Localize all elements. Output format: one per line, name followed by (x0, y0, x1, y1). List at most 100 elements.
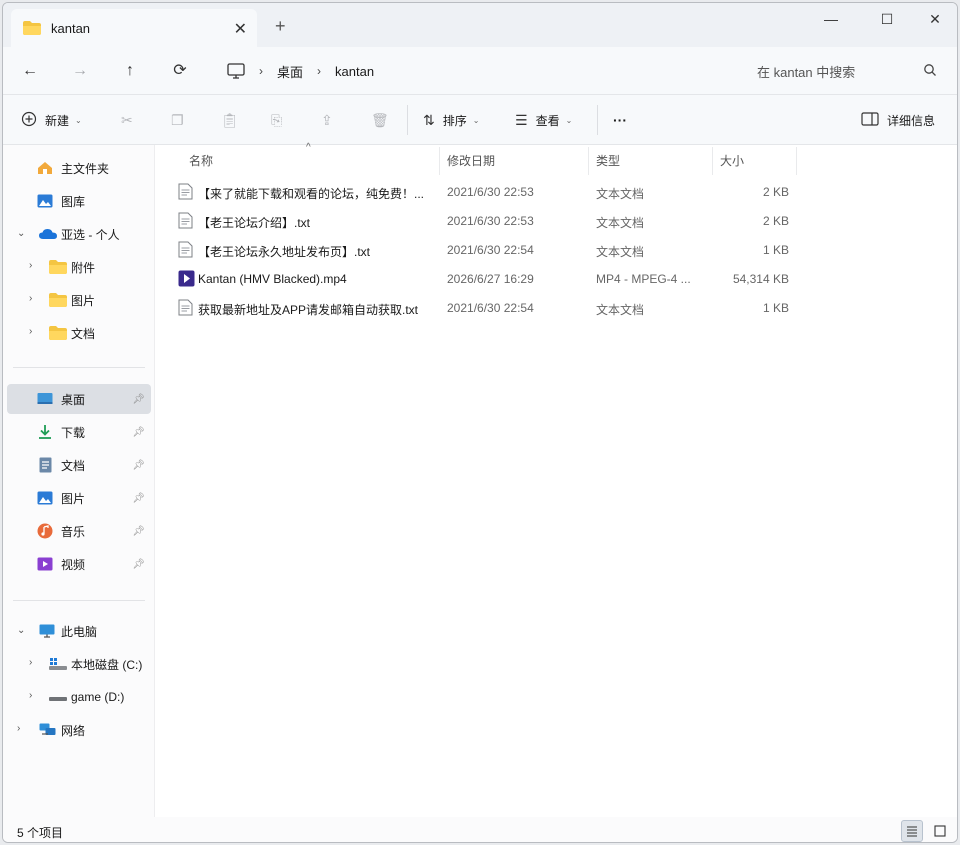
column-header-size[interactable]: 大小 (720, 145, 794, 175)
rename-icon: ⎘ (271, 111, 283, 128)
search-icon[interactable] (923, 63, 937, 80)
sidebar-item-music[interactable]: 音乐 📌︎ (7, 516, 151, 546)
column-header-date[interactable]: 修改日期 (447, 145, 587, 175)
view-button[interactable]: ☰ 查看 ⌄ (515, 109, 572, 131)
text-file-icon (178, 241, 193, 258)
sidebar-item-downloads[interactable]: 下载 📌︎ (7, 417, 151, 447)
video-play-icon (37, 557, 53, 571)
chevron-down-icon[interactable]: ⌄ (17, 625, 25, 636)
file-size: 2 KB (762, 214, 789, 228)
column-header-label: 修改日期 (447, 153, 496, 168)
pin-icon[interactable]: 📌︎ (132, 460, 145, 471)
tab-kantan[interactable]: kantan ✕ (11, 9, 257, 47)
cut-button[interactable]: ✂ (121, 109, 141, 131)
column-divider[interactable] (712, 147, 713, 175)
chevron-right-icon[interactable]: › (17, 723, 20, 734)
column-header-label: 大小 (720, 153, 745, 168)
new-tab-plus-icon[interactable]: + (275, 17, 286, 35)
back-arrow-icon[interactable]: ← (17, 59, 43, 83)
copy-button[interactable]: ❐ (171, 109, 192, 131)
trash-icon: 🗑︎ (371, 111, 389, 128)
details-view-button[interactable] (901, 820, 923, 842)
address-bar[interactable]: › 桌面 › kantan (217, 55, 737, 87)
sidebar-item-label: game (D:) (71, 690, 125, 704)
sidebar-item-home[interactable]: 主文件夹 (7, 153, 151, 183)
file-date: 2021/6/30 22:54 (447, 301, 534, 315)
chevron-right-icon[interactable]: › (29, 260, 32, 271)
sidebar-item-onedrive[interactable]: ⌄ 亚选 - 个人 (7, 219, 151, 249)
sidebar-item-onedrive-documents[interactable]: › 文档 (7, 318, 151, 348)
pin-icon[interactable]: 📌︎ (132, 427, 145, 438)
pin-icon[interactable]: 📌︎ (132, 559, 145, 570)
sidebar-item-attachments[interactable]: › 附件 (7, 252, 151, 282)
network-icon (39, 723, 56, 737)
forward-arrow-icon[interactable]: → (67, 59, 93, 83)
pin-icon[interactable]: 📌︎ (132, 493, 145, 504)
breadcrumb-kantan[interactable]: kantan (335, 64, 374, 79)
sidebar-item-label: 文档 (71, 326, 96, 341)
home-icon (37, 161, 53, 175)
sidebar-item-local-disk-c[interactable]: › 本地磁盘 (C:) (7, 649, 151, 679)
sidebar-item-this-pc[interactable]: ⌄ 此电脑 (7, 616, 151, 646)
details-pane-button[interactable]: 详细信息 (861, 109, 935, 131)
sidebar-item-onedrive-pictures[interactable]: › 图片 (7, 285, 151, 315)
file-type: 文本文档 (596, 303, 645, 317)
sidebar-item-videos[interactable]: 视频 📌︎ (7, 549, 151, 579)
pin-icon[interactable]: 📌︎ (132, 394, 145, 405)
column-header-name[interactable]: 名称 (189, 145, 439, 175)
file-name: Kantan (HMV Blacked).mp4 (198, 272, 347, 286)
tab-close-icon[interactable]: ✕ (234, 19, 247, 39)
file-name: 【老王论坛介绍】.txt (198, 216, 311, 230)
copy-icon: ❐ (171, 111, 184, 128)
sidebar-item-gallery[interactable]: 图库 (7, 186, 151, 216)
refresh-icon[interactable]: ⟳ (167, 59, 193, 83)
sidebar-item-documents[interactable]: 文档 📌︎ (7, 450, 151, 480)
gallery-icon (37, 194, 53, 208)
column-divider[interactable] (439, 147, 440, 175)
new-button[interactable]: 新建 ⌄ (21, 109, 82, 131)
share-button[interactable]: ⇪ (321, 109, 341, 131)
maximize-icon[interactable]: ☐ (867, 11, 907, 28)
drive-icon (49, 691, 67, 705)
list-lines-icon: ☰ (515, 111, 528, 128)
chevron-right-icon[interactable]: › (29, 690, 32, 701)
pin-icon[interactable]: 📌︎ (132, 526, 145, 537)
breadcrumb-desktop[interactable]: 桌面 (277, 62, 303, 81)
chevron-right-icon[interactable]: › (29, 326, 32, 337)
sidebar-item-pictures[interactable]: 图片 📌︎ (7, 483, 151, 513)
file-type: 文本文档 (596, 187, 645, 201)
navigation-bar: ← → ↑ ⟳ › 桌面 › kantan 在 kantan 中搜索 (3, 47, 957, 95)
sidebar-item-label: 图片 (61, 491, 86, 506)
sort-button[interactable]: ⇅ 排序 ⌄ (423, 109, 479, 131)
minimize-icon[interactable]: — (811, 11, 851, 27)
sidebar-item-desktop[interactable]: 桌面 📌︎ (7, 384, 151, 414)
sidebar-item-label: 附件 (71, 260, 96, 275)
sidebar-item-game-d[interactable]: › game (D:) (7, 682, 151, 712)
sidebar-item-network[interactable]: › 网络 (7, 715, 151, 745)
table-row[interactable]: Kantan (HMV Blacked).mp4 2026/6/27 16:29… (172, 264, 796, 293)
sidebar-item-label: 视频 (61, 557, 86, 572)
chevron-right-icon[interactable]: › (29, 657, 32, 668)
text-file-icon (178, 183, 193, 200)
search-input[interactable]: 在 kantan 中搜索 (745, 55, 947, 87)
delete-button[interactable]: 🗑︎ (371, 109, 397, 131)
chevron-right-icon[interactable]: › (29, 293, 32, 304)
table-row[interactable]: 【老王论坛永久地址发布页】.txt 2021/6/30 22:54 文本文档 1… (172, 235, 796, 264)
rename-button[interactable]: ⎘ (271, 109, 290, 131)
paste-button[interactable]: 📋︎ (221, 109, 247, 131)
column-divider[interactable] (588, 147, 589, 175)
desktop-icon (37, 392, 53, 406)
more-options-button[interactable]: ··· (613, 109, 627, 131)
table-row[interactable]: 【老王论坛介绍】.txt 2021/6/30 22:53 文本文档 2 KB (172, 206, 796, 235)
sidebar-divider (13, 600, 145, 601)
column-divider[interactable] (796, 147, 797, 175)
close-icon[interactable]: ✕ (915, 11, 955, 28)
table-row[interactable]: 【来了就能下载和观看的论坛，纯免费！... 2021/6/30 22:53 文本… (172, 177, 796, 206)
tiles-view-button[interactable] (929, 820, 951, 842)
chevron-down-icon: ⌄ (472, 115, 480, 125)
up-arrow-icon[interactable]: ↑ (117, 59, 143, 83)
column-header-type[interactable]: 类型 (596, 145, 706, 175)
table-row[interactable]: 获取最新地址及APP请发邮箱自动获取.txt 2021/6/30 22:54 文… (172, 293, 796, 322)
chevron-down-icon[interactable]: ⌄ (17, 228, 25, 239)
chevron-down-icon: ⌄ (565, 115, 573, 125)
